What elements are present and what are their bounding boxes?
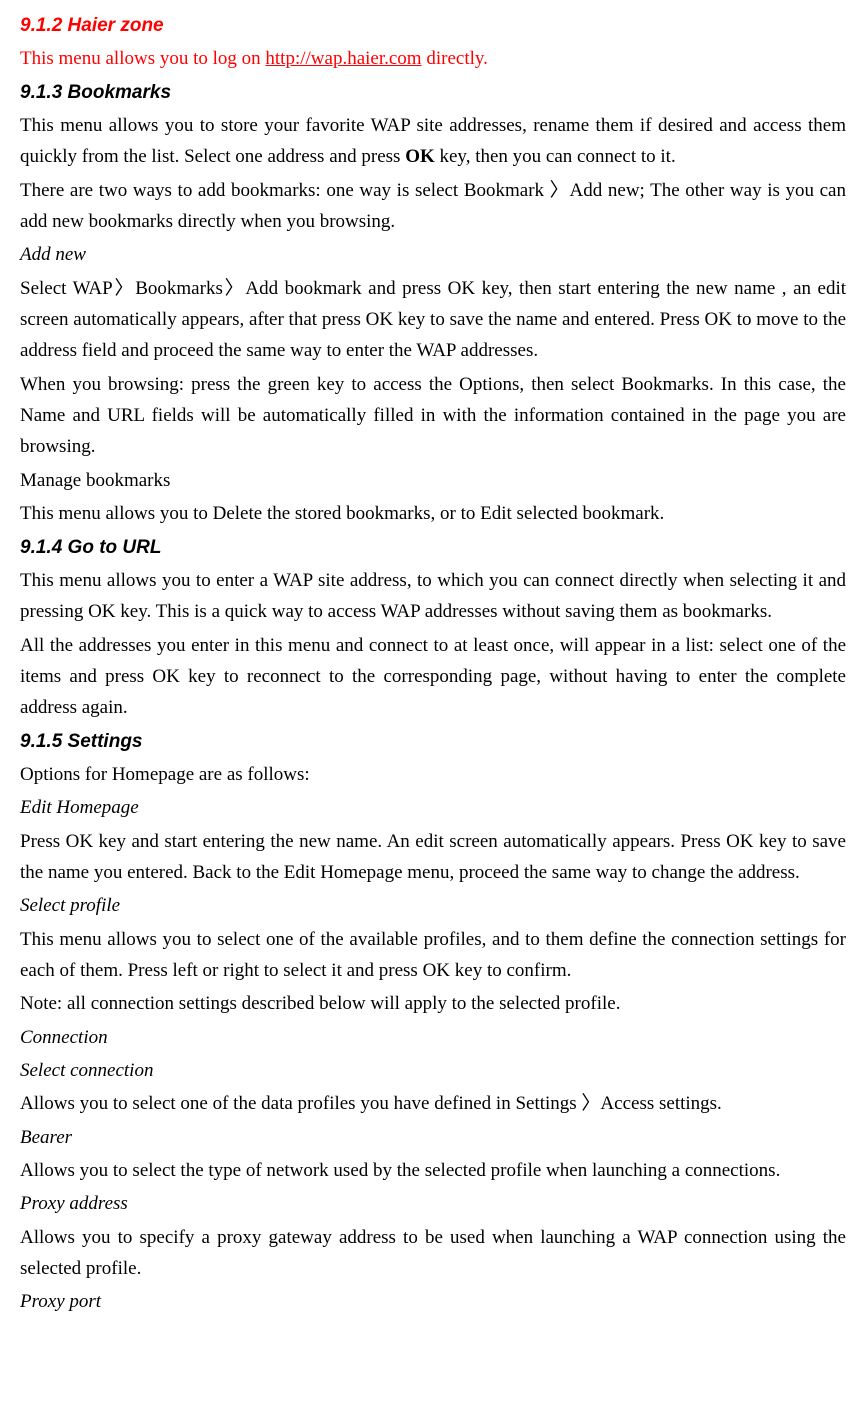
heading-proxyaddr: Proxy address: [20, 1188, 846, 1219]
para-913-2: There are two ways to add bookmarks: one…: [20, 175, 846, 238]
para-914-1: This menu allows you to enter a WAP site…: [20, 565, 846, 628]
heading-912: 9.1.2 Haier zone: [20, 10, 846, 41]
heading-selectprofile: Select profile: [20, 890, 846, 921]
text-ok: OK: [405, 146, 435, 167]
para-edithome: Press OK key and start entering the new …: [20, 826, 846, 889]
heading-addnew: Add new: [20, 239, 846, 270]
heading-selectconnection: Select connection: [20, 1055, 846, 1086]
para-addnew-1: Select WAP〉Bookmarks〉Add bookmark and pr…: [20, 273, 846, 367]
para-912: This menu allows you to log on http://wa…: [20, 43, 846, 74]
para-bearer: Allows you to select the type of network…: [20, 1155, 846, 1186]
para-915-1: Options for Homepage are as follows:: [20, 759, 846, 790]
para-913-1: This menu allows you to store your favor…: [20, 110, 846, 173]
text-913b: key, then you can connect to it.: [435, 146, 676, 167]
heading-manage: Manage bookmarks: [20, 465, 846, 496]
para-proxyaddr: Allows you to specify a proxy gateway ad…: [20, 1222, 846, 1285]
para-selectconnection: Allows you to select one of the data pro…: [20, 1088, 846, 1119]
para-addnew-2: When you browsing: press the green key t…: [20, 369, 846, 463]
heading-connection: Connection: [20, 1022, 846, 1053]
text-912b: directly.: [422, 48, 488, 69]
heading-915: 9.1.5 Settings: [20, 726, 846, 757]
text-912a: This menu allows you to log on: [20, 48, 265, 69]
heading-914: 9.1.4 Go to URL: [20, 532, 846, 563]
heading-bearer: Bearer: [20, 1122, 846, 1153]
heading-913: 9.1.3 Bookmarks: [20, 77, 846, 108]
para-914-2: All the addresses you enter in this menu…: [20, 630, 846, 724]
para-profile-2: Note: all connection settings described …: [20, 988, 846, 1019]
para-profile-1: This menu allows you to select one of th…: [20, 924, 846, 987]
link-wap-haier[interactable]: http://wap.haier.com: [265, 48, 421, 69]
heading-edithome: Edit Homepage: [20, 792, 846, 823]
heading-proxyport: Proxy port: [20, 1286, 846, 1317]
para-manage: This menu allows you to Delete the store…: [20, 498, 846, 529]
